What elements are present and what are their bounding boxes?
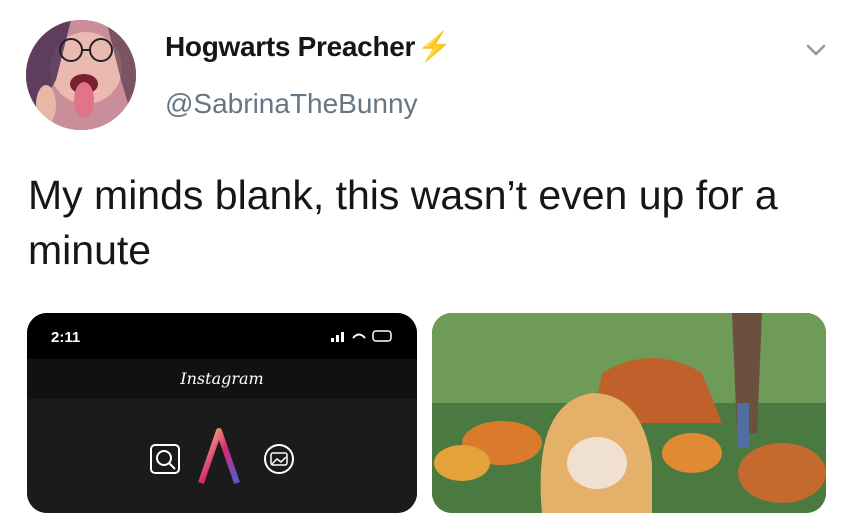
- image-icon: [264, 444, 294, 474]
- user-handle[interactable]: @SabrinaTheBunny: [165, 88, 418, 120]
- tweet-text: My minds blank, this wasn’t even up for …: [28, 172, 778, 273]
- display-name-text: Hogwarts Preacher: [165, 31, 416, 62]
- media-image-right[interactable]: [432, 313, 826, 513]
- status-bar: 2:11: [27, 313, 417, 359]
- status-icons: [331, 330, 392, 342]
- avatar-image: [26, 20, 136, 130]
- search-icon: [150, 444, 180, 474]
- display-name[interactable]: Hogwarts Preacher⚡: [165, 30, 452, 63]
- avatar[interactable]: [26, 20, 136, 130]
- chevron-down-icon[interactable]: [800, 34, 832, 66]
- status-time: 2:11: [51, 329, 81, 346]
- media-image-left[interactable]: 2:11 Instagram: [27, 313, 417, 513]
- app-title: Instagram: [180, 369, 264, 388]
- lightning-icon: ⚡: [417, 31, 452, 62]
- instagram-logo-icon: [198, 428, 240, 484]
- pumpkin-photo: [432, 313, 826, 513]
